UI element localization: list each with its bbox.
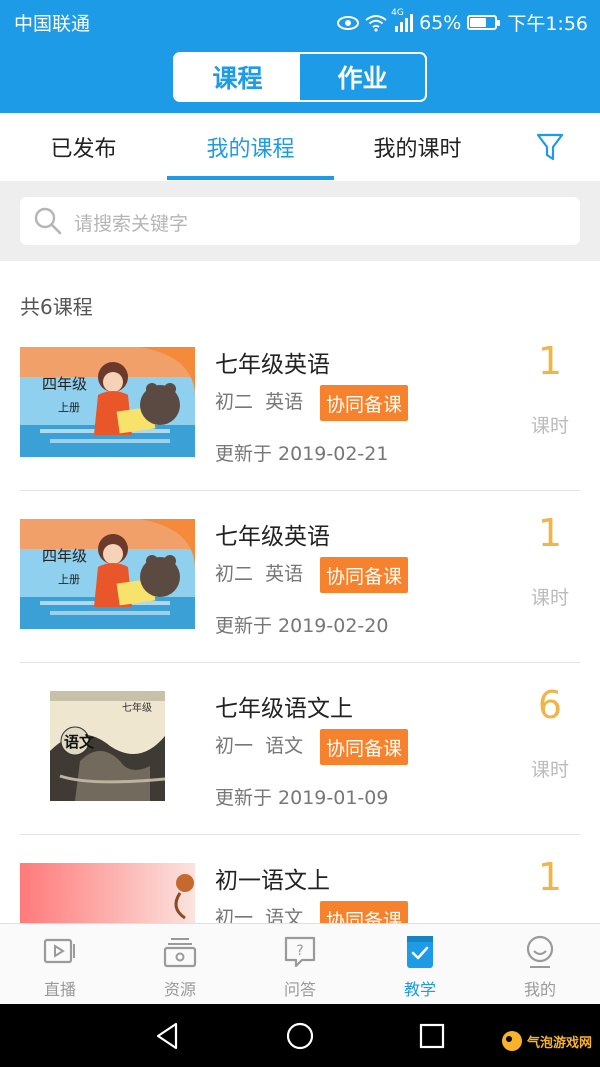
- qa-icon: ?: [282, 934, 318, 970]
- collab-badge: 协同备课: [320, 557, 409, 593]
- course-title: 初一语文上: [215, 868, 330, 894]
- course-meta: 初一 语文: [215, 731, 303, 758]
- course-updated: 更新于 2019-02-21: [215, 443, 389, 465]
- course-grade: 初一: [215, 907, 254, 923]
- svg-text:?: ?: [296, 943, 303, 959]
- lesson-unit: 课时: [530, 587, 569, 609]
- filter-icon[interactable]: [530, 129, 570, 165]
- course-cover: 语文 七年级: [20, 691, 195, 801]
- battery-icon: [467, 15, 501, 30]
- resource-icon: [162, 934, 198, 970]
- course-title: 七年级英语: [215, 524, 330, 550]
- teaching-icon: [402, 934, 438, 970]
- bottom-nav: 直播 资源 ? 问答 教学 我的: [0, 923, 600, 1004]
- nav-resources[interactable]: 资源: [120, 924, 240, 1004]
- segmented-control: 课程 作业: [173, 52, 427, 102]
- live-icon: [42, 934, 78, 970]
- battery-percent: 65%: [419, 11, 462, 34]
- course-cover: 四年级 上册: [20, 347, 195, 457]
- nav-live[interactable]: 直播: [0, 924, 120, 1004]
- tab-published[interactable]: 已发布: [0, 113, 167, 181]
- watermark-text: 气泡游戏网: [526, 1035, 592, 1051]
- carrier-label: 中国联通: [14, 13, 91, 35]
- profile-icon: [522, 934, 558, 970]
- course-updated: 更新于 2019-01-09: [215, 787, 389, 809]
- course-card[interactable]: 四年级 上册 七年级英语 初二 英语 协同备课 更新于 2019-02-21 1…: [20, 319, 580, 491]
- lesson-count: 1: [537, 511, 563, 555]
- cover-title: 四年级: [42, 547, 88, 565]
- cover-subtitle: 七年级: [122, 703, 152, 714]
- course-card[interactable]: 语文 七年级 七年级语文上 初一 语文 协同备课 更新于 2019-01-09 …: [20, 663, 580, 835]
- course-count: 共6课程: [20, 295, 93, 319]
- cover-title: 四年级: [42, 375, 88, 393]
- clock: 下午1:56: [507, 13, 588, 35]
- search-icon: [34, 207, 62, 239]
- search-area: 请搜索关键字: [0, 181, 600, 261]
- eye-icon: [337, 15, 360, 31]
- cover-title: 语文: [64, 733, 95, 751]
- course-subject: 英语: [265, 563, 304, 585]
- wifi-icon: [365, 14, 387, 32]
- nav-resources-label: 资源: [163, 980, 196, 999]
- status-bar: 中国联通 4G 65% 下午1:56: [0, 0, 600, 40]
- course-grade: 初二: [215, 391, 254, 413]
- course-card[interactable]: 初一语文上 初一 语文 协同备课 1: [20, 835, 580, 923]
- course-meta: 初二 英语: [215, 559, 303, 586]
- course-subject: 语文: [265, 735, 304, 757]
- app-header: 中国联通 4G 65% 下午1:56 课程 作业: [0, 0, 600, 113]
- home-icon[interactable]: [282, 1018, 318, 1054]
- nav-teaching[interactable]: 教学: [360, 924, 480, 1004]
- cover-subtitle: 上册: [58, 573, 80, 586]
- collab-badge: 协同备课: [320, 901, 409, 923]
- search-placeholder: 请搜索关键字: [74, 213, 189, 235]
- course-meta: 初二 英语: [215, 387, 303, 414]
- course-list: 共6课程 四年级 上册 七年级英语 初二 英语 协同备课 更新于 2019-02…: [0, 261, 600, 923]
- segment-courses[interactable]: 课程: [175, 54, 300, 100]
- nav-teaching-label: 教学: [403, 980, 436, 999]
- signal-icon: 4G: [391, 8, 414, 32]
- active-tab-indicator: [167, 176, 334, 180]
- course-updated: 更新于 2019-02-20: [215, 615, 389, 637]
- cover-subtitle: 上册: [58, 401, 80, 414]
- search-input[interactable]: 请搜索关键字: [20, 197, 580, 245]
- system-nav-bar: 气泡游戏网: [0, 1004, 600, 1067]
- back-icon[interactable]: [150, 1018, 186, 1054]
- recents-icon[interactable]: [414, 1018, 450, 1054]
- lesson-count: 1: [537, 339, 563, 383]
- collab-badge: 协同备课: [320, 385, 409, 421]
- network-type: 4G: [391, 7, 404, 18]
- tab-my-lessons[interactable]: 我的课时: [334, 113, 501, 181]
- segment-homework[interactable]: 作业: [300, 54, 425, 100]
- course-title: 七年级英语: [215, 352, 330, 378]
- status-right: 4G 65% 下午1:56: [337, 8, 588, 36]
- watermark-logo: 气泡游戏网: [501, 1030, 592, 1052]
- course-grade: 初一: [215, 735, 254, 757]
- course-title: 七年级语文上: [215, 696, 353, 722]
- course-subject: 语文: [265, 907, 304, 923]
- nav-profile[interactable]: 我的: [480, 924, 600, 1004]
- tab-my-courses[interactable]: 我的课程: [167, 113, 334, 181]
- collab-badge: 协同备课: [320, 729, 409, 765]
- lesson-unit: 课时: [530, 415, 569, 437]
- nav-qa-label: 问答: [283, 980, 316, 999]
- course-cover: [20, 863, 195, 923]
- nav-live-label: 直播: [43, 980, 76, 999]
- nav-profile-label: 我的: [523, 980, 556, 999]
- course-grade: 初二: [215, 563, 254, 585]
- course-tabs: 已发布 我的课程 我的课时: [0, 113, 600, 181]
- course-meta: 初一 语文: [215, 903, 303, 923]
- course-cover: 四年级 上册: [20, 519, 195, 629]
- lesson-count: 1: [537, 855, 563, 899]
- course-card[interactable]: 四年级 上册 七年级英语 初二 英语 协同备课 更新于 2019-02-20 1…: [20, 491, 580, 663]
- lesson-unit: 课时: [530, 759, 569, 781]
- nav-qa[interactable]: ? 问答: [240, 924, 360, 1004]
- course-subject: 英语: [265, 391, 304, 413]
- lesson-count: 6: [537, 683, 563, 727]
